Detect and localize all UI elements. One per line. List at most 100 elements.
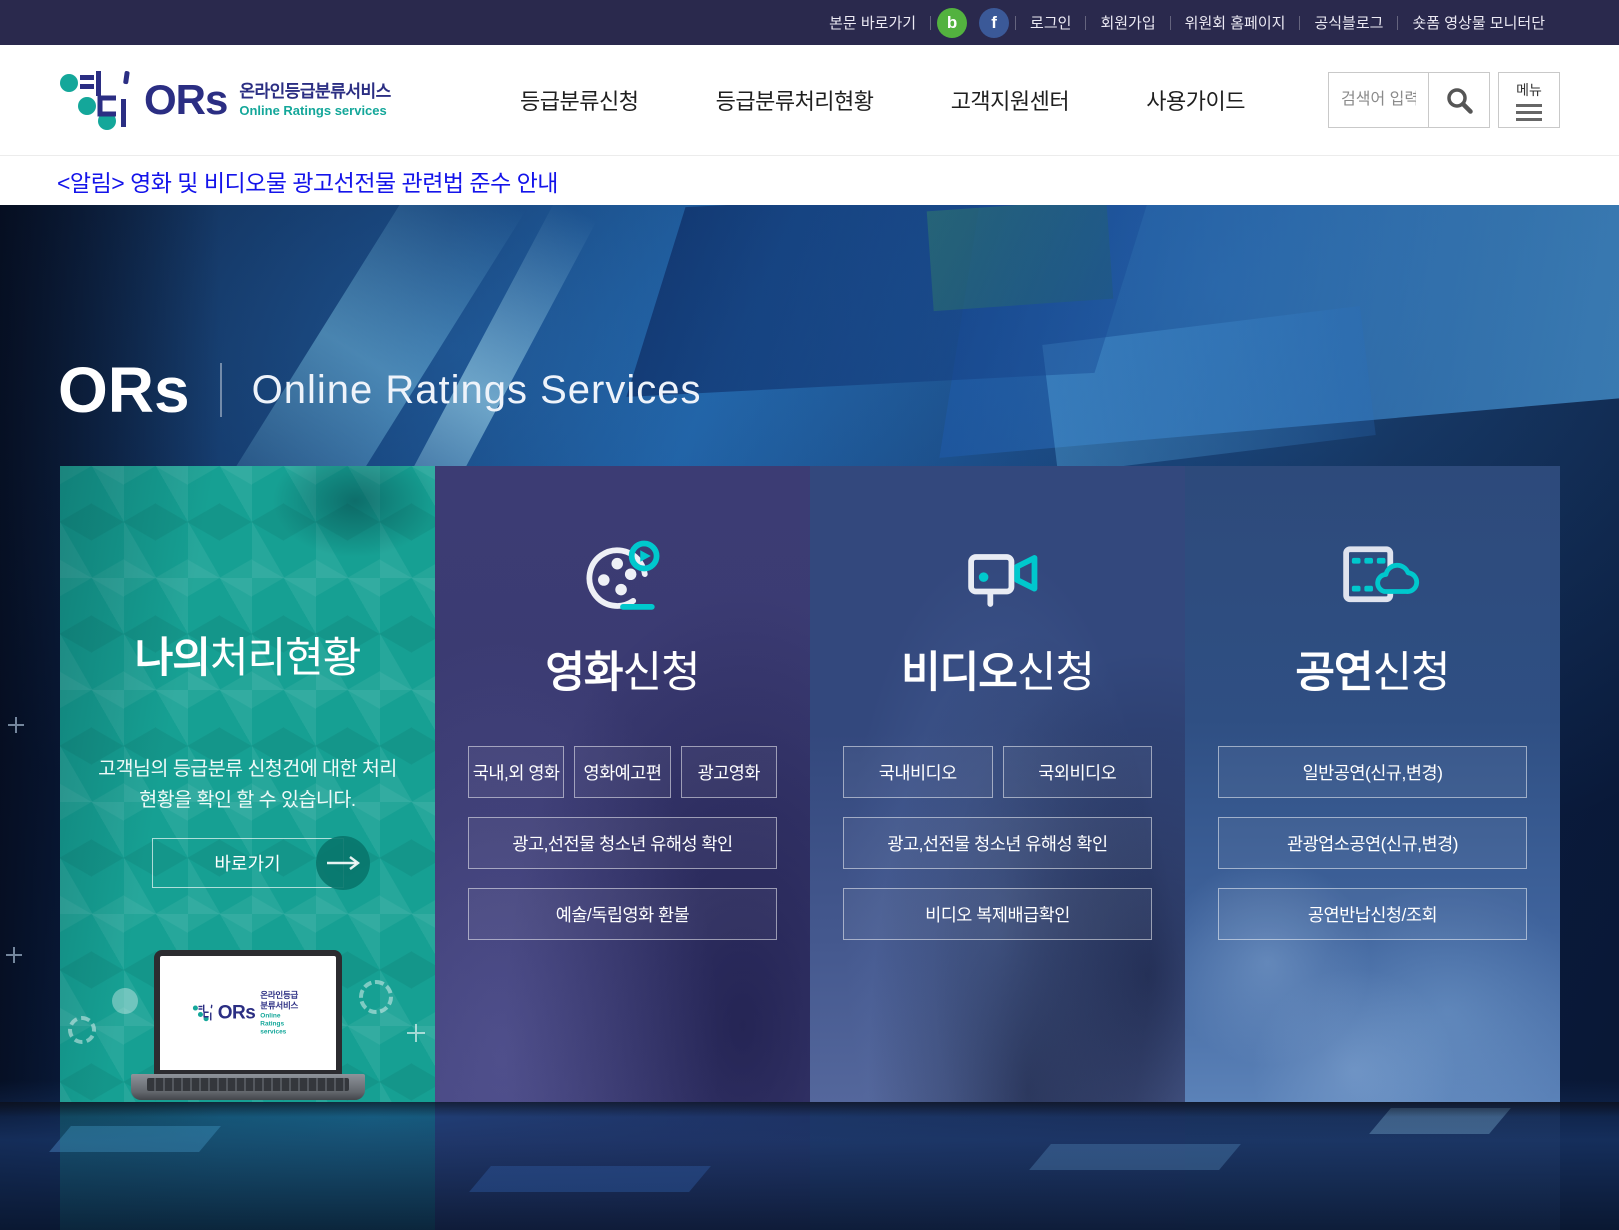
search-icon (1445, 86, 1473, 114)
spinner-decoration (68, 1016, 96, 1044)
divider (1299, 16, 1300, 30)
hero-title-ors: ORs (58, 353, 190, 427)
general-performance-button[interactable]: 일반공연(신규,변경) (1218, 746, 1527, 798)
card-reflection (810, 1102, 1185, 1230)
logo-service-name: 온라인등급분류서비스 Online Ratings services (239, 81, 390, 119)
notice-link[interactable]: <알림> 영화 및 비디오물 광고선전물 관련법 준수 안내 (57, 164, 558, 198)
blog-icon[interactable]: b (937, 8, 967, 38)
shortform-monitor-link[interactable]: 숏폼 영상물 모니터단 (1412, 12, 1545, 33)
my-status-title-bold: 나의 (135, 634, 210, 681)
laptop-logo-en: Online Ratings services (260, 1011, 303, 1035)
art-indie-film-refund-button[interactable]: 예술/독립영화 환불 (468, 888, 777, 940)
film-cloud-icon (1325, 532, 1421, 628)
cards-reflections (60, 1102, 1560, 1230)
blog-icon-letter: b (947, 13, 957, 33)
tourism-venue-performance-button[interactable]: 관광업소공연(신규,변경) (1218, 817, 1527, 869)
video-button-row: 국내비디오 국외비디오 (843, 746, 1152, 798)
emblem-icon (192, 998, 213, 1029)
video-camera-icon (950, 532, 1046, 628)
divider (1170, 16, 1171, 30)
signup-link[interactable]: 회원가입 (1100, 12, 1155, 33)
nav-user-guide[interactable]: 사용가이드 (1146, 84, 1245, 116)
go-button[interactable]: 바로가기 (152, 838, 344, 888)
laptop-logo-ors: ORs (218, 1002, 256, 1024)
ad-film-button[interactable]: 광고영화 (681, 746, 777, 798)
plus-decoration (407, 1024, 425, 1042)
performance-card-buttons: 일반공연(신규,변경) 관광업소공연(신규,변경) 공연반납신청/조회 (1218, 746, 1527, 940)
search-button[interactable] (1428, 72, 1490, 128)
logo-ors-text: ORs (144, 76, 227, 124)
logo[interactable]: ORs 온라인등급분류서비스 Online Ratings services (58, 69, 391, 131)
my-status-card: 나의처리현황 고객님의 등급분류 신청건에 대한 처리 현황을 확인 할 수 있… (60, 466, 435, 1102)
cards-shadow (0, 1102, 1619, 1117)
my-status-title-rest: 처리현황 (210, 634, 361, 681)
main-nav: 등급분류신청 등급분류처리현황 고객지원센터 사용가이드 (520, 84, 1245, 116)
domestic-foreign-film-button[interactable]: 국내,외 영화 (468, 746, 564, 798)
divider (1085, 16, 1086, 30)
notice-bar: <알림> 영화 및 비디오물 광고선전물 관련법 준수 안내 (0, 155, 1619, 205)
facebook-icon[interactable]: f (979, 8, 1009, 38)
arrow-right-icon (316, 836, 370, 890)
video-card-buttons: 국내비디오 국외비디오 광고,선전물 청소년 유해성 확인 비디오 복제배급확인 (843, 746, 1152, 940)
search-input[interactable] (1328, 72, 1428, 128)
laptop-screen: ORs 온라인등급분류서비스 Online Ratings services (154, 950, 342, 1074)
performance-card-title: 공연신청 (1185, 638, 1560, 700)
nav-rating-application[interactable]: 등급분류신청 (520, 84, 638, 116)
domestic-video-button[interactable]: 국내비디오 (843, 746, 993, 798)
divider (1397, 16, 1398, 30)
video-copy-distribution-check-button[interactable]: 비디오 복제배급확인 (843, 888, 1152, 940)
menu-label: 메뉴 (1516, 80, 1542, 100)
sparkle-decoration (8, 717, 24, 733)
nav-customer-support[interactable]: 고객지원센터 (951, 84, 1069, 116)
hero-title-divider (220, 363, 222, 417)
video-card-title: 비디오신청 (810, 638, 1185, 700)
laptop-keyboard (131, 1074, 365, 1100)
skip-to-content-link[interactable]: 본문 바로가기 (829, 12, 916, 33)
committee-homepage-link[interactable]: 위원회 홈페이지 (1185, 12, 1286, 33)
hero-subtitle: Online Ratings Services (252, 368, 702, 413)
performance-application-card: 공연신청 일반공연(신규,변경) 관광업소공연(신규,변경) 공연반납신청/조회 (1185, 466, 1560, 1102)
foreign-video-button[interactable]: 국외비디오 (1003, 746, 1153, 798)
film-title-bold: 영화 (545, 649, 622, 697)
hamburger-icon (1516, 104, 1542, 121)
my-status-description: 고객님의 등급분류 신청건에 대한 처리 현황을 확인 할 수 있습니다. (60, 754, 435, 816)
sparkle-decoration (6, 947, 22, 963)
film-card-title: 영화신청 (435, 638, 810, 700)
go-button-label: 바로가기 (214, 850, 280, 876)
card-reflection (435, 1102, 810, 1230)
facebook-icon-letter: f (991, 13, 997, 33)
performance-title-bold: 공연 (1295, 649, 1372, 697)
film-application-card: 영화신청 국내,외 영화 영화예고편 광고영화 광고,선전물 청소년 유해성 확… (435, 466, 810, 1102)
film-trailer-button[interactable]: 영화예고편 (574, 746, 670, 798)
film-card-buttons: 국내,외 영화 영화예고편 광고영화 광고,선전물 청소년 유해성 확인 예술/… (468, 746, 777, 940)
logo-service-en: Online Ratings services (239, 103, 390, 119)
hero-screen-panel (927, 205, 1114, 311)
laptop-image: ORs 온라인등급분류서비스 Online Ratings services (131, 950, 365, 1100)
video-ad-youth-harm-check-button[interactable]: 광고,선전물 청소년 유해성 확인 (843, 817, 1152, 869)
menu-button[interactable]: 메뉴 (1498, 72, 1560, 128)
film-title-rest: 신청 (623, 649, 700, 697)
my-status-title: 나의처리현황 (60, 624, 435, 685)
hero: ORs Online Ratings Services 나의처리현황 고객님의 … (0, 205, 1619, 1230)
header-tools: 메뉴 (1328, 72, 1560, 128)
emblem-icon (58, 69, 134, 131)
laptop-logo-ko: 온라인등급분류서비스 (260, 990, 303, 1011)
official-blog-link[interactable]: 공식블로그 (1314, 12, 1383, 33)
divider (930, 16, 931, 30)
video-application-card: 비디오신청 국내비디오 국외비디오 광고,선전물 청소년 유해성 확인 비디오 … (810, 466, 1185, 1102)
login-link[interactable]: 로그인 (1030, 12, 1071, 33)
card-reflection (1185, 1102, 1560, 1230)
performance-title-rest: 신청 (1373, 649, 1450, 697)
film-reel-icon (575, 532, 671, 628)
film-ad-youth-harm-check-button[interactable]: 광고,선전물 청소년 유해성 확인 (468, 817, 777, 869)
performance-return-request-button[interactable]: 공연반납신청/조회 (1218, 888, 1527, 940)
video-title-bold: 비디오 (901, 649, 1017, 697)
page: 본문 바로가기 b f 로그인 회원가입 위원회 홈페이지 공식블로그 숏폼 영… (0, 0, 1619, 1230)
hero-title: ORs Online Ratings Services (58, 353, 701, 427)
my-status-desc-line2: 현황을 확인 할 수 있습니다. (139, 789, 355, 811)
topbar: 본문 바로가기 b f 로그인 회원가입 위원회 홈페이지 공식블로그 숏폼 영… (0, 0, 1619, 45)
main-header: ORs 온라인등급분류서비스 Online Ratings services 등… (0, 45, 1619, 155)
my-status-desc-line1: 고객님의 등급분류 신청건에 대한 처리 (98, 758, 397, 780)
nav-rating-status[interactable]: 등급분류처리현황 (716, 84, 874, 116)
card-reflection (60, 1102, 435, 1230)
